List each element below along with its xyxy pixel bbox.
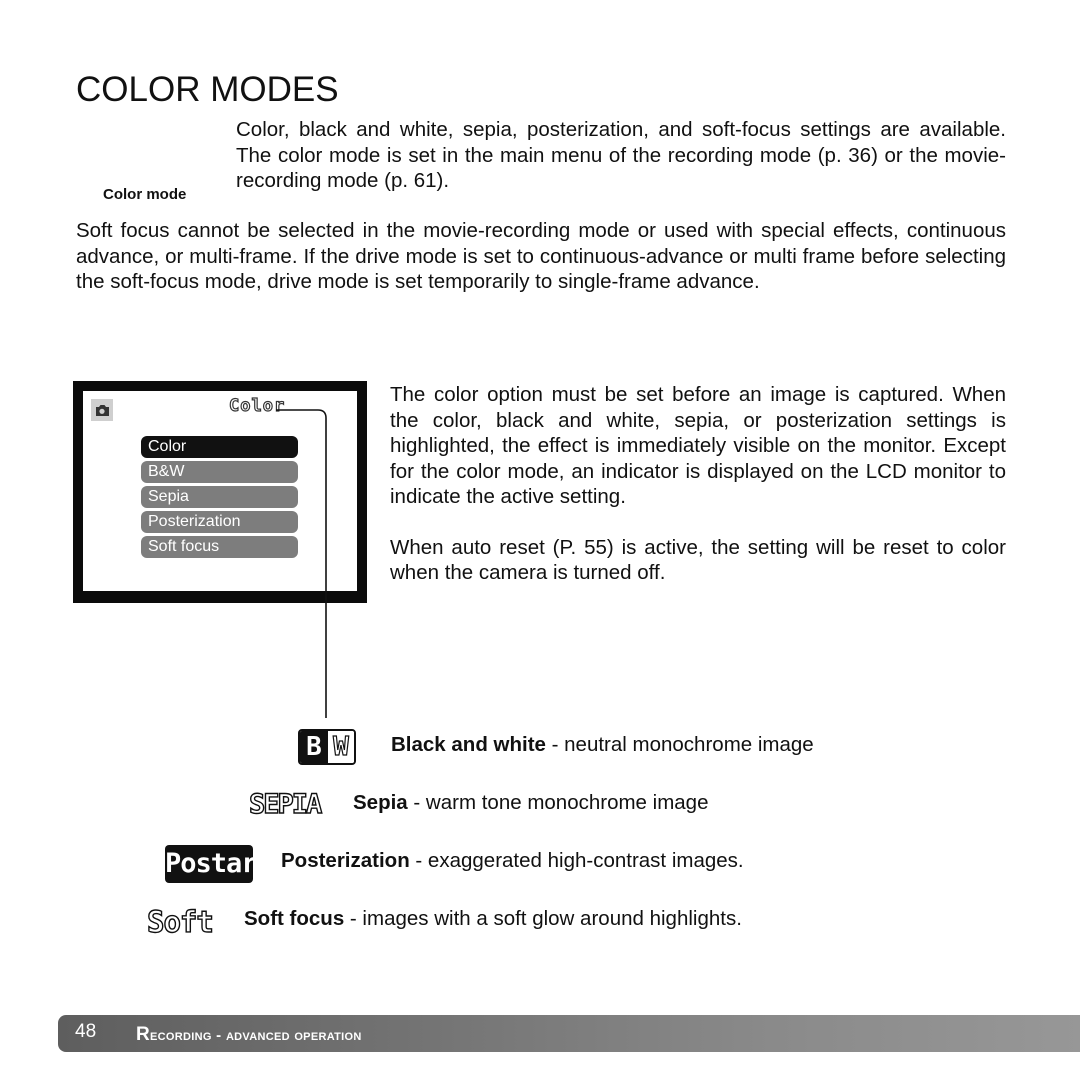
legend-desc: - neutral monochrome image xyxy=(545,733,814,756)
legend-name: Sepia xyxy=(353,791,408,814)
legend-row-sepia: Sepia - warm tone monochrome image xyxy=(353,790,709,816)
legend-name: Black and white xyxy=(391,733,546,756)
bw-badge-w: W xyxy=(328,731,354,763)
menu-item-posterization[interactable]: Posterization xyxy=(141,511,298,533)
lcd-screen: Color Color B&W Sepia Posterization Soft… xyxy=(83,391,357,591)
highlight-paragraph: The color option must be set before an i… xyxy=(390,383,1006,508)
color-mode-menu: Color B&W Sepia Posterization Soft focus xyxy=(141,436,298,561)
page-title: COLOR MODES xyxy=(76,70,339,109)
soft-focus-indicator-icon: Soft xyxy=(146,904,214,939)
posterization-indicator-icon: Postar xyxy=(165,845,258,883)
page-number: 48 xyxy=(75,1021,97,1042)
auto-reset-paragraph: When auto reset (P. 55) is active, the s… xyxy=(390,535,1006,585)
menu-item-soft-focus[interactable]: Soft focus xyxy=(141,536,298,558)
menu-item-sepia[interactable]: Sepia xyxy=(141,486,298,508)
legend-row-bw: Black and white - neutral monochrome ima… xyxy=(391,732,814,758)
color-mode-indicator: Color xyxy=(228,395,286,416)
menu-item-bw[interactable]: B&W xyxy=(141,461,298,483)
legend-desc: - images with a soft glow around highlig… xyxy=(344,907,742,930)
sepia-indicator-icon: SEPIA xyxy=(248,788,323,820)
section-title-initial: R xyxy=(136,1024,151,1045)
legend-row-soft-focus: Soft focus - images with a soft glow aro… xyxy=(244,906,742,932)
bw-badge-b: B xyxy=(300,731,328,763)
bw-indicator-icon: B W xyxy=(298,729,356,765)
color-mode-caption: Color mode xyxy=(103,186,187,203)
legend-name: Posterization xyxy=(281,849,410,872)
menu-item-color[interactable]: Color xyxy=(141,436,298,458)
soft-focus-note: Soft focus cannot be selected in the mov… xyxy=(76,219,1006,293)
legend-name: Soft focus xyxy=(244,907,345,930)
lcd-monitor-illustration: Color Color B&W Sepia Posterization Soft… xyxy=(73,381,367,603)
page-footer: 48 Recording - advanced operation xyxy=(58,1015,1080,1052)
legend-desc: - warm tone monochrome image xyxy=(407,791,709,814)
intro-paragraph: Color, black and white, sepia, posteriza… xyxy=(236,118,1006,192)
legend-row-posterization: Posterization - exaggerated high-contras… xyxy=(281,848,744,874)
legend-desc: - exaggerated high-contrast images. xyxy=(409,849,744,872)
right-column: The color option must be set before an i… xyxy=(390,382,1006,611)
section-title: Recording - advanced operation xyxy=(136,1024,362,1046)
camera-icon xyxy=(91,399,113,421)
section-title-rest: ecording - advanced operation xyxy=(150,1027,362,1044)
